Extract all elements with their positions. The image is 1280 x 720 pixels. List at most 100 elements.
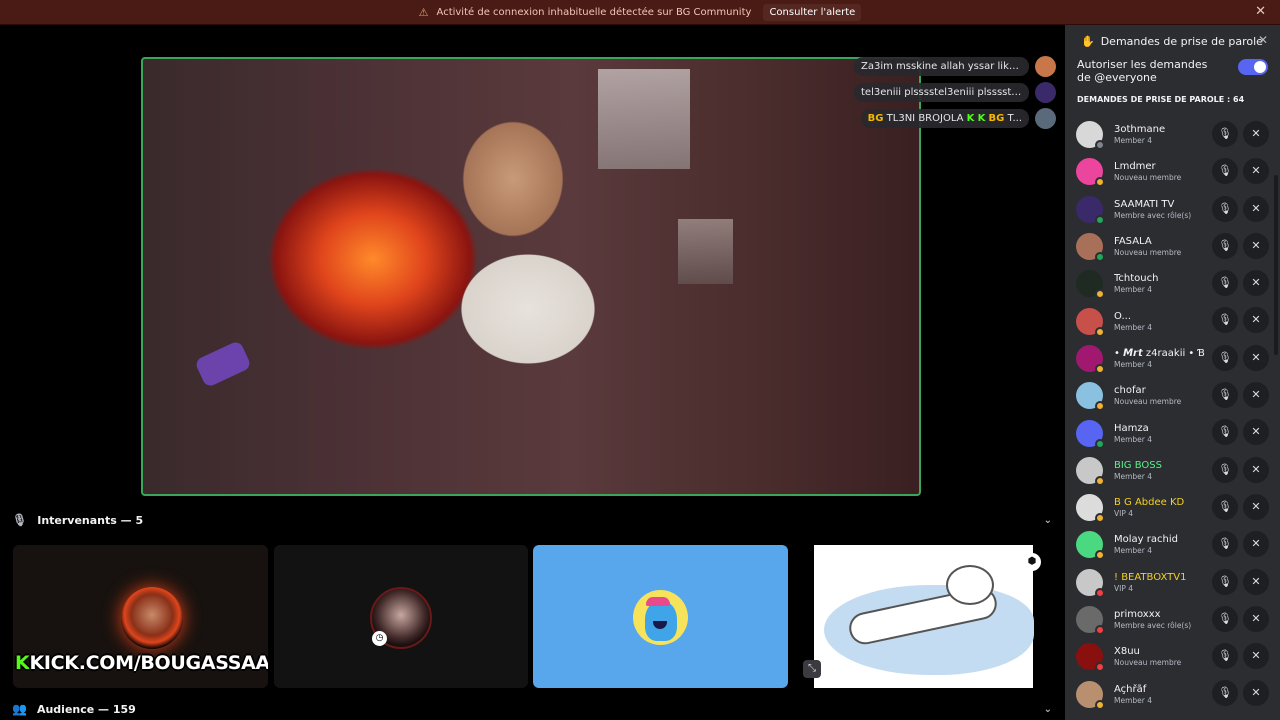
request-username[interactable]: O... [1114,311,1209,322]
audience-header[interactable]: 👥 Audience — 159 ⌄ [12,702,1052,716]
avatar[interactable] [1076,158,1105,188]
invite-to-speak-button[interactable]: 🎙 [1212,344,1238,371]
avatar[interactable] [1035,56,1056,77]
request-row[interactable]: Hamza Member 4 🎙 ✕ [1065,414,1280,451]
allow-requests-row: Autoriser les demandes de @everyone [1065,58,1280,88]
request-username[interactable]: Lmdmer [1114,161,1209,172]
request-row[interactable]: primoxxx Membre avec rôle(s) 🎙 ✕ [1065,601,1280,638]
speaker-tile[interactable]: ⬢ [814,545,1041,688]
request-info: Hamza Member 4 [1114,423,1209,444]
resize-icon[interactable]: ⤡ [803,660,821,678]
request-username[interactable]: B G Abdee KD [1114,497,1209,508]
request-username[interactable]: X8uu [1114,646,1209,657]
invite-to-speak-button[interactable]: 🎙 [1212,605,1238,632]
request-username[interactable]: chofar [1114,385,1209,396]
request-row[interactable]: ! BEATBOXTV1 VIP 4 🎙 ✕ [1065,564,1280,601]
request-username[interactable]: 3othmane [1114,124,1209,135]
decline-request-button[interactable]: ✕ [1243,344,1269,371]
invite-to-speak-button[interactable]: 🎙 [1212,270,1238,297]
chevron-down-icon[interactable]: ⌄ [1044,515,1052,526]
request-username[interactable]: Hamza [1114,423,1209,434]
decline-request-button[interactable]: ✕ [1243,605,1269,632]
avatar[interactable] [1076,195,1105,225]
request-row[interactable]: X8uu Nouveau membre 🎙 ✕ [1065,638,1280,675]
decline-request-button[interactable]: ✕ [1243,493,1269,520]
video-stream[interactable] [141,57,921,496]
invite-to-speak-button[interactable]: 🎙 [1212,680,1238,707]
request-row[interactable]: B G Abdee KD VIP 4 🎙 ✕ [1065,489,1280,526]
decline-request-button[interactable]: ✕ [1243,382,1269,409]
invite-to-speak-button[interactable]: 🎙 [1212,643,1238,670]
request-row[interactable]: Tchtouch Member 4 🎙 ✕ [1065,265,1280,302]
decline-request-button[interactable]: ✕ [1243,158,1269,185]
speaker-tile[interactable] [533,545,788,688]
request-username[interactable]: Molay rachid [1114,534,1209,545]
request-row[interactable]: FASALA Nouveau membre 🎙 ✕ [1065,228,1280,265]
decline-request-button[interactable]: ✕ [1243,680,1269,707]
request-row[interactable]: Molay rachid Member 4 🎙 ✕ [1065,526,1280,563]
invite-to-speak-button[interactable]: 🎙 [1212,531,1238,558]
avatar[interactable] [1076,643,1105,673]
avatar[interactable] [1076,121,1105,151]
decline-request-button[interactable]: ✕ [1243,232,1269,259]
decline-request-button[interactable]: ✕ [1243,195,1269,222]
decline-request-button[interactable]: ✕ [1243,456,1269,483]
decline-request-button[interactable]: ✕ [1243,531,1269,558]
close-icon[interactable]: ✕ [1258,33,1268,47]
close-icon[interactable]: ✕ [1255,4,1266,19]
speaker-tile[interactable]: KKICK.COM/BOUGASSAA [13,545,268,688]
request-row[interactable]: SAAMATI TV Membre avec rôle(s) 🎙 ✕ [1065,191,1280,228]
avatar[interactable] [1076,233,1105,263]
avatar[interactable] [1076,419,1105,449]
avatar[interactable] [1035,108,1056,129]
decline-request-button[interactable]: ✕ [1243,270,1269,297]
avatar[interactable] [1076,568,1105,598]
invite-to-speak-button[interactable]: 🎙 [1212,456,1238,483]
avatar[interactable] [1076,494,1105,524]
avatar[interactable] [1076,456,1105,486]
invite-to-speak-button[interactable]: 🎙 [1212,568,1238,595]
decline-request-button[interactable]: ✕ [1243,307,1269,334]
speakers-header[interactable]: 🎙 Intervenants — 5 ⌄ [12,513,1052,527]
invite-to-speak-button[interactable]: 🎙 [1212,493,1238,520]
avatar[interactable] [1076,680,1105,710]
request-username[interactable]: primoxxx [1114,609,1209,620]
avatar[interactable] [1035,82,1056,103]
request-username[interactable]: SAAMATI TV [1114,199,1209,210]
view-alert-button[interactable]: Consulter l'alerte [763,3,862,21]
request-row[interactable]: • 𝙈𝙧𝙩 z4raakii • Ɓ Member 4 🎙 ✕ [1065,340,1280,377]
avatar[interactable] [1076,270,1105,300]
request-username[interactable]: FASALA [1114,236,1209,247]
invite-to-speak-button[interactable]: 🎙 [1212,382,1238,409]
request-row[interactable]: Lmdmer Nouveau membre 🎙 ✕ [1065,153,1280,190]
request-row[interactable]: O... Member 4 🎙 ✕ [1065,302,1280,339]
decline-request-button[interactable]: ✕ [1243,568,1269,595]
invite-to-speak-button[interactable]: 🎙 [1212,232,1238,259]
avatar[interactable] [1076,531,1105,561]
chevron-down-icon[interactable]: ⌄ [1044,704,1052,715]
avatar[interactable] [1076,307,1105,337]
allow-requests-toggle[interactable] [1238,59,1268,75]
invite-to-speak-button[interactable]: 🎙 [1212,195,1238,222]
invite-to-speak-button[interactable]: 🎙 [1212,121,1238,147]
decline-request-button[interactable]: ✕ [1243,643,1269,670]
request-row[interactable]: 3othmane Member 4 🎙 ✕ [1065,116,1280,153]
avatar[interactable] [1076,606,1105,635]
request-username[interactable]: BIG BOSS [1114,460,1209,471]
invite-to-speak-button[interactable]: 🎙 [1212,307,1238,334]
invite-to-speak-button[interactable]: 🎙 [1212,158,1238,185]
avatar[interactable] [1076,382,1105,412]
request-row[interactable]: Açhřãf Member 4 🎙 ✕ [1065,675,1280,712]
speaker-tile[interactable]: ◷ [274,545,528,688]
invite-to-speak-button[interactable]: 🎙 [1212,419,1238,446]
request-username[interactable]: Tchtouch [1114,273,1209,284]
scrollbar[interactable] [1274,175,1278,355]
decline-request-button[interactable]: ✕ [1243,419,1269,446]
request-row[interactable]: BIG BOSS Member 4 🎙 ✕ [1065,452,1280,489]
request-username[interactable]: Açhřãf [1114,684,1209,695]
decline-request-button[interactable]: ✕ [1243,121,1269,147]
avatar[interactable] [1076,344,1105,374]
request-row[interactable]: chofar Nouveau membre 🎙 ✕ [1065,377,1280,414]
request-username[interactable]: ! BEATBOXTV1 [1114,572,1209,583]
request-username[interactable]: • 𝙈𝙧𝙩 z4raakii • Ɓ [1114,348,1209,359]
